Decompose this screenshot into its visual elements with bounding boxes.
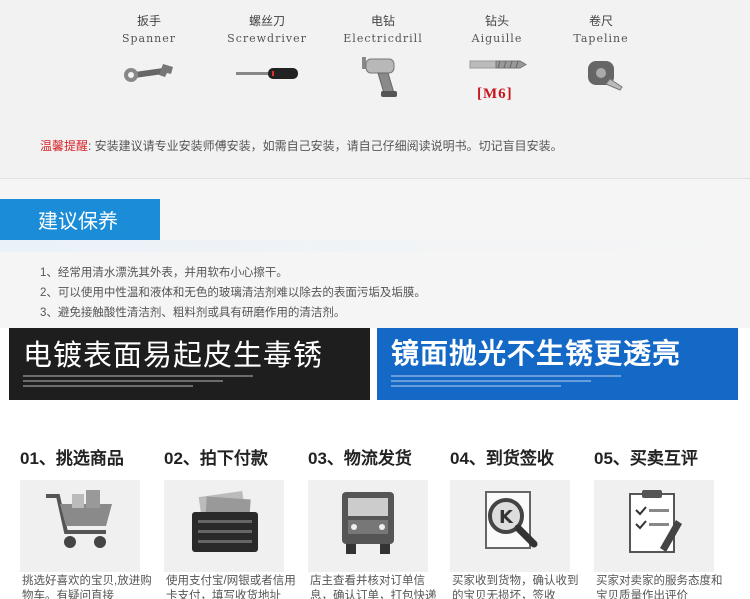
step-label: 01、挑选商品 [20, 449, 124, 468]
tool-name-cn: 钻头 [484, 14, 509, 28]
tool-drill-bit: 钻头 Aiguille [442, 12, 552, 77]
notice-text: : 安装建议请专业安装师傅安装，如需自己安装，请自己仔细阅读说明书。切记盲目安装… [88, 139, 563, 153]
banner-fineprint [23, 380, 223, 382]
spanner-icon [124, 64, 173, 82]
tool-tape-measure: 卷尺 Tapeline [546, 12, 656, 93]
banner-fineprint [391, 375, 621, 377]
shopping-cart-icon [46, 490, 112, 548]
tool-screwdriver: 螺丝刀 Screwdriver [212, 12, 322, 93]
step-description: 挑选好喜欢的宝贝,放进购物车。有疑问直接 [22, 575, 152, 599]
step-description: 买家对卖家的服务态度和宝贝质量作出评价 [596, 575, 723, 599]
install-notice: 温馨提醒: 安装建议请专业安装师傅安装，如需自己安装，请自己仔细阅读说明书。切记… [40, 137, 563, 154]
tool-name-en: Electricdrill [343, 32, 423, 45]
tool-name-cn: 螺丝刀 [248, 14, 285, 28]
banner-headline: 电镀表面易起皮生毒锈 [23, 340, 324, 372]
banner-fineprint [23, 385, 193, 387]
step-description: 买家收到货物，确认收到的宝贝无损坏，签收 [452, 575, 579, 599]
electric-drill-icon [362, 57, 397, 97]
tool-name-cn: 卷尺 [588, 14, 613, 28]
maintenance-tip: 2、可以使用中性温和液体和无色的玻璃清洁剂难以除去的表面污垢及垢膜。 [40, 287, 426, 299]
step-description: 使用支付宝/网银或者信用卡支付，填写收货地址 [166, 575, 296, 599]
tool-name-en: Spanner [121, 32, 177, 45]
wallet-icon [192, 491, 258, 552]
drill-bit-size-label: [M6] [477, 86, 513, 102]
tool-spanner: 扳手 Spanner [94, 12, 204, 93]
maintenance-tip: 3、避免接触酸性清洁剂、粗料剂或具有研磨作用的清洁剂。 [40, 307, 346, 319]
title-band-divider [0, 240, 750, 252]
plating-rust-banner: 电镀表面易起皮生毒锈 [9, 328, 370, 400]
tool-electric-drill: 电钻 Electricdrill [328, 12, 438, 101]
maintenance-section: 建议保养 1、经常用清水漂洗其外表，并用软布小心擦干。 2、可以使用中性温和液体… [0, 178, 750, 328]
review-clipboard-icon [629, 490, 682, 553]
tool-name-cn: 扳手 [136, 14, 161, 28]
step-label: 05、买卖互评 [594, 449, 698, 468]
svg-text:K: K [499, 507, 514, 528]
tool-name-cn: 电钻 [370, 14, 395, 28]
purchase-steps-section: 01、挑选商品 挑选好喜欢的宝贝,放进购物车。有疑问直接 02、拍下付款 使用支… [0, 400, 750, 599]
mirror-polish-banner: 镜面抛光不生锈更透亮 [377, 328, 738, 400]
step-card [20, 480, 140, 572]
maintenance-tip: 1、经常用清水漂洗其外表，并用软布小心擦干。 [40, 267, 288, 279]
step-card: K [450, 480, 570, 572]
tools-section: 扳手 Spanner 螺丝刀 Screwdriver 电钻 Electricdr… [0, 0, 750, 178]
step-label: 04、到货签收 [450, 449, 554, 468]
step-card [164, 480, 284, 572]
step-card [594, 480, 714, 572]
maintenance-title: 建议保养 [0, 199, 160, 245]
banner-fineprint [391, 385, 561, 387]
banner-headline: 镜面抛光不生锈更透亮 [391, 338, 682, 369]
step-card [308, 480, 428, 572]
notice-lead: 温馨提醒 [40, 139, 89, 153]
package-inspect-icon: K [485, 491, 538, 549]
tool-name-en: Aiguille [471, 32, 523, 45]
banner-fineprint [391, 380, 591, 382]
drill-bit-icon [469, 60, 527, 69]
step-description: 店主查看并核对订单信息，确认订单，打包快递 [310, 575, 437, 599]
tool-name-en: Tapeline [573, 32, 629, 45]
tape-measure-icon [588, 61, 623, 91]
banner-fineprint [23, 375, 253, 377]
step-label: 03、物流发货 [308, 449, 412, 468]
screwdriver-icon [236, 68, 298, 79]
tool-name-en: Screwdriver [227, 32, 307, 45]
step-label: 02、拍下付款 [164, 449, 268, 468]
delivery-truck-icon [342, 492, 394, 554]
